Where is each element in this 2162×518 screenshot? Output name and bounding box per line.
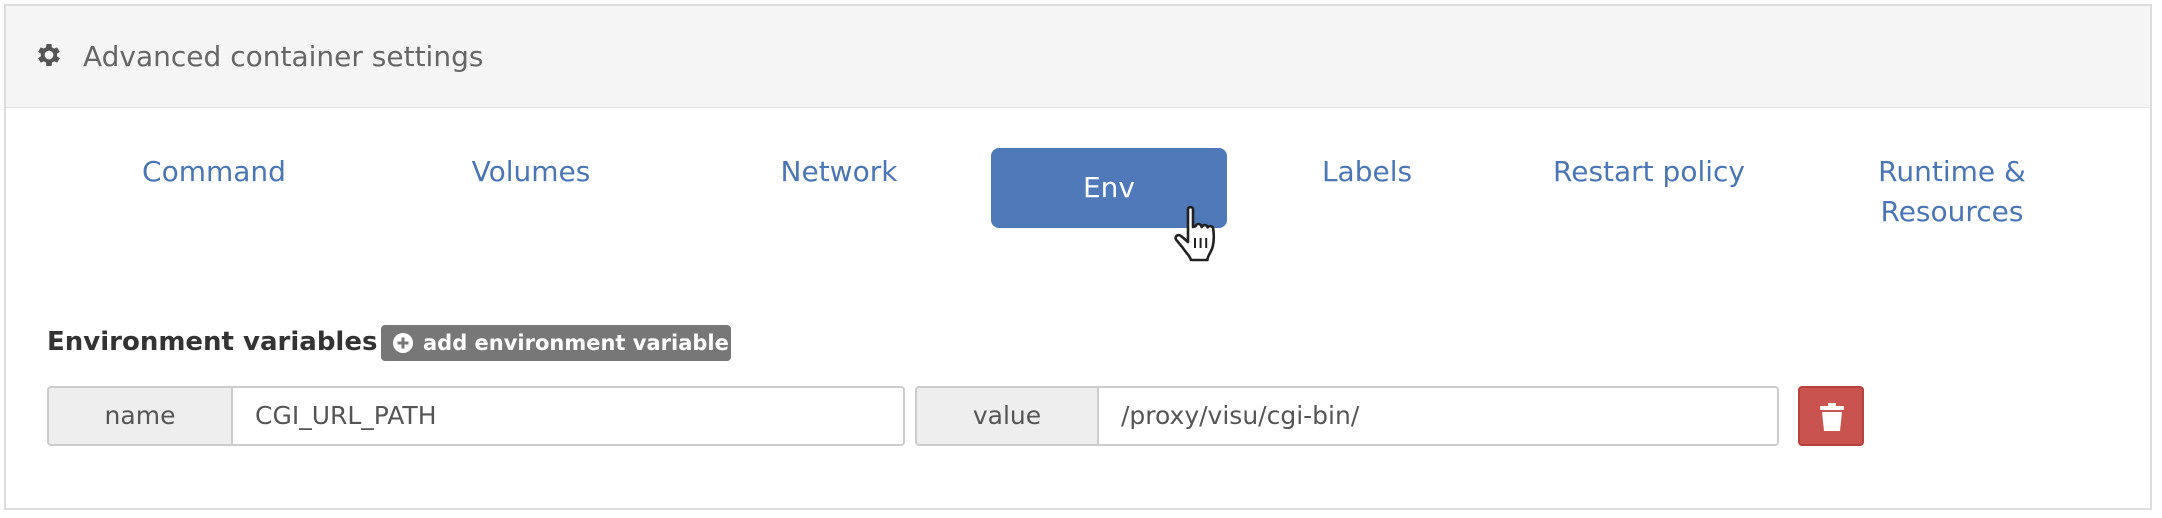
- advanced-settings-panel: Advanced container settings Command Volu…: [4, 4, 2152, 510]
- env-name-input[interactable]: CGI_URL_PATH: [233, 386, 905, 446]
- remove-variable-button[interactable]: [1798, 386, 1864, 446]
- panel-header: Advanced container settings: [6, 6, 2150, 108]
- env-value-value: /proxy/visu/cgi-bin/: [1121, 401, 1360, 430]
- panel-title: Advanced container settings: [83, 40, 484, 73]
- tab-labels[interactable]: Labels: [1254, 152, 1480, 196]
- env-name-value: CGI_URL_PATH: [255, 401, 437, 430]
- env-name-label: name: [104, 401, 176, 430]
- plus-circle-icon: [393, 333, 413, 353]
- hand-pointer-cursor-icon: [1174, 205, 1216, 262]
- tab-restart-policy[interactable]: Restart policy: [1516, 152, 1782, 196]
- tab-label: Env: [1082, 171, 1135, 204]
- tab-label: Command: [142, 155, 286, 188]
- add-button-label: add environment variable: [423, 331, 729, 355]
- env-value-addon: value: [915, 386, 1099, 446]
- tab-label: Volumes: [471, 155, 591, 188]
- tab-label: Labels: [1321, 155, 1413, 188]
- tab-label-line1: Runtime &: [1878, 155, 2026, 188]
- tab-label: Network: [780, 155, 898, 188]
- gear-icon: [38, 44, 60, 66]
- tab-label: Restart policy: [1553, 155, 1745, 188]
- tab-volumes[interactable]: Volumes: [418, 152, 644, 196]
- env-value-label: value: [972, 401, 1042, 430]
- tab-label-line2: Resources: [1880, 195, 2024, 228]
- trash-icon: [1820, 403, 1844, 431]
- add-environment-variable-button[interactable]: add environment variable: [381, 325, 731, 361]
- env-name-addon: name: [47, 386, 233, 446]
- env-value-input[interactable]: /proxy/visu/cgi-bin/: [1099, 386, 1779, 446]
- tab-network[interactable]: Network: [726, 152, 952, 196]
- env-section-title: Environment variables: [47, 327, 378, 357]
- tab-runtime-resources[interactable]: Runtime & Resources: [1830, 152, 2074, 236]
- tab-command[interactable]: Command: [102, 152, 326, 196]
